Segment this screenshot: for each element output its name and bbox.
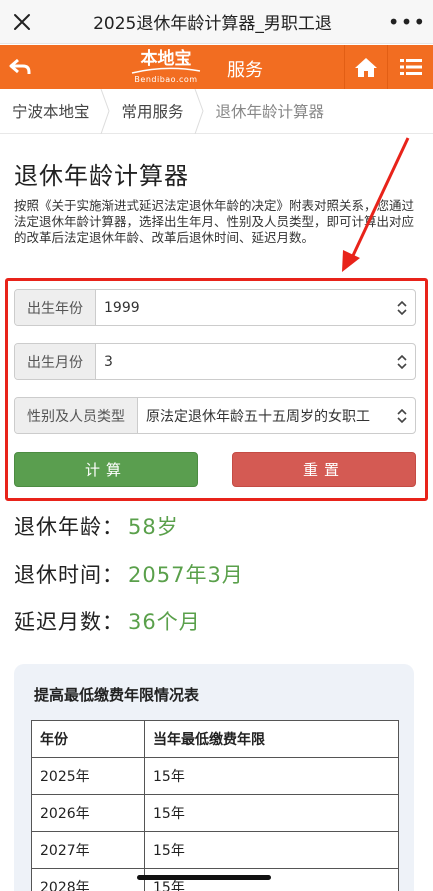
result-label: 退休年龄： [14, 515, 124, 539]
more-options-button[interactable]: ••• [381, 0, 433, 44]
result-retirement-age: 退休年龄： 58岁 [14, 511, 179, 541]
table-cell: 15年 [144, 757, 399, 795]
contribution-table: 年份 当年最低缴费年限 2025年 15年 2026年 15年 2027年 15… [31, 720, 399, 891]
section-label[interactable]: 服务 [227, 56, 263, 82]
select-updown-icon [389, 344, 415, 379]
table-cell: 2027年 [31, 831, 145, 869]
result-value: 36个月 [128, 610, 201, 634]
window-titlebar: 2025退休年龄计算器_男职工退 ••• [0, 0, 433, 44]
table-header-cell: 年份 [31, 720, 145, 758]
table-header-cell: 当年最低缴费年限 [144, 720, 399, 758]
birth-year-select[interactable]: 出生年份 1999 [14, 289, 416, 326]
result-value: 58岁 [128, 515, 179, 539]
logo-subtext: Bendibao.com [134, 75, 198, 84]
site-header: 本地宝 Bendibao.com 服务 [0, 45, 433, 89]
birth-year-value[interactable]: 1999 [96, 290, 389, 325]
home-icon [354, 58, 377, 77]
breadcrumb-item-current: 退休年龄计算器 [215, 103, 325, 121]
result-label: 延迟月数： [14, 610, 124, 634]
birth-year-label: 出生年份 [15, 290, 96, 325]
person-type-select[interactable]: 性别及人员类型 原法定退休年龄五十五周岁的女职工 [14, 397, 416, 434]
close-button[interactable] [0, 0, 44, 44]
logo-swoosh-icon [131, 67, 201, 74]
table-title: 提高最低缴费年限情况表 [34, 686, 200, 704]
table-cell: 2028年 [31, 868, 145, 891]
birth-month-label: 出生月份 [15, 344, 96, 379]
window-title: 2025退休年龄计算器_男职工退 [93, 14, 332, 34]
birth-month-select[interactable]: 出生月份 3 [14, 343, 416, 380]
reset-button[interactable]: 重置 [232, 452, 416, 487]
result-retirement-time: 退休时间： 2057年3月 [14, 559, 244, 589]
home-indicator[interactable] [137, 875, 271, 880]
table-row: 2027年 15年 [31, 831, 399, 869]
close-icon [14, 13, 30, 30]
birth-month-value[interactable]: 3 [96, 344, 389, 379]
select-updown-icon [389, 290, 415, 325]
table-cell: 2025年 [31, 757, 145, 795]
menu-button[interactable] [387, 45, 433, 89]
back-button[interactable] [0, 45, 40, 89]
breadcrumb: 宁波本地宝 常用服务 退休年龄计算器 [0, 88, 433, 134]
home-button[interactable] [344, 45, 386, 89]
breadcrumb-item-home[interactable]: 宁波本地宝 [0, 89, 100, 134]
table-header-row: 年份 当年最低缴费年限 [31, 720, 399, 758]
back-arrow-icon [9, 58, 31, 74]
result-label: 退休时间： [14, 563, 124, 587]
table-cell: 15年 [144, 794, 399, 832]
result-delay-months: 延迟月数： 36个月 [14, 606, 201, 636]
breadcrumb-separator-icon [100, 88, 110, 134]
result-value: 2057年3月 [128, 563, 244, 587]
person-type-label: 性别及人员类型 [15, 398, 138, 433]
table-row: 2026年 15年 [31, 794, 399, 832]
site-logo[interactable]: 本地宝 Bendibao.com [124, 49, 208, 85]
person-type-value[interactable]: 原法定退休年龄五十五周岁的女职工 [138, 398, 389, 433]
breadcrumb-separator-icon [194, 88, 204, 134]
breadcrumb-item-services[interactable]: 常用服务 [110, 89, 194, 134]
table-cell: 2026年 [31, 794, 145, 832]
table-row: 2025年 15年 [31, 757, 399, 795]
intro-text: 按照《关于实施渐进式延迟法定退休年龄的决定》附表对照关系，您通过法定退休年龄计算… [14, 198, 415, 245]
list-menu-icon [399, 59, 422, 75]
calculate-button[interactable]: 计算 [14, 452, 198, 487]
page-title: 退休年龄计算器 [14, 162, 189, 190]
select-updown-icon [389, 398, 415, 433]
logo-text: 本地宝 [140, 49, 192, 69]
table-cell: 15年 [144, 831, 399, 869]
